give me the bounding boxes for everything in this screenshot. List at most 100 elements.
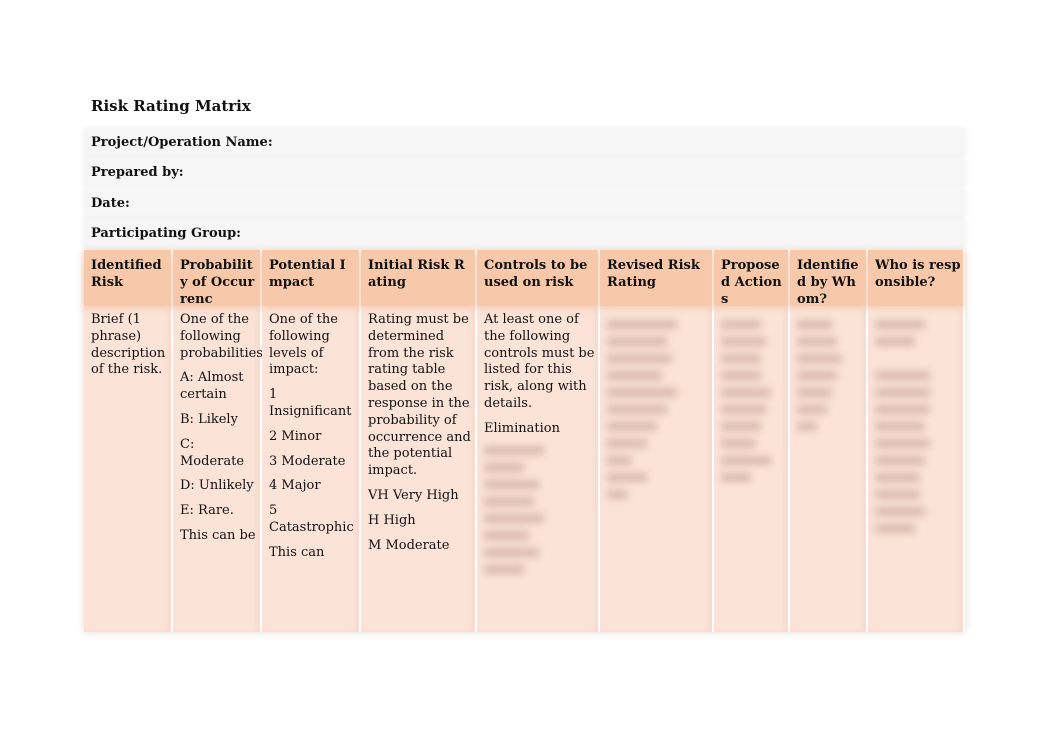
cell-text: E: Rare.: [180, 503, 234, 519]
obscured-text: [721, 422, 761, 431]
obscured-text: [875, 422, 925, 431]
obscured-text: [875, 439, 930, 448]
column-1: Probability of Occurrenc One of the follo…: [173, 250, 268, 632]
obscured-text: [607, 371, 662, 380]
header-text: Initial Risk Rating: [368, 258, 465, 290]
obscured-text: [484, 547, 539, 557]
obscured-text: [875, 524, 915, 533]
column-body: [721, 312, 786, 490]
obscured-text: [721, 320, 761, 329]
info-row-project: Project/Operation Name:: [84, 128, 965, 156]
cell-text: A: Almost certain: [180, 370, 244, 403]
cell-text: One of the following levels of impact:: [269, 312, 338, 378]
obscured-text: [484, 513, 544, 523]
cell-text: B: Likely: [180, 411, 238, 427]
header-text: Who is responsible?: [875, 258, 961, 290]
cell-text: C: Moderate: [180, 436, 245, 469]
cell-text: H High: [368, 512, 416, 528]
cell-text: Brief (1 phrase) description of the risk…: [91, 312, 166, 378]
column-body: Rating must be determined from the risk …: [368, 312, 473, 562]
obscured-text: [607, 337, 667, 346]
column-body: [797, 312, 864, 439]
obscured-text: [875, 405, 930, 414]
label: Prepared by:: [91, 165, 184, 180]
obscured-text: [607, 473, 647, 482]
cell-text: This can be: [180, 527, 256, 543]
obscured-text: [875, 490, 920, 499]
header-text: Controls to be used on risk: [484, 258, 588, 290]
obscured-text: [721, 473, 751, 482]
obscured-text: [797, 354, 842, 363]
risk-matrix-table: Identified Risk Brief (1 phrase) descript…: [84, 250, 965, 632]
column-header: Probability of Occurrenc: [173, 250, 260, 307]
obscured-text: [607, 354, 672, 363]
obscured-text: [484, 479, 539, 489]
column-6: Proposed Actions: [714, 250, 788, 632]
obscured-text: [721, 388, 771, 397]
header-text: Identified Risk: [91, 258, 162, 290]
cell-text: Elimination: [484, 420, 560, 436]
obscured-text: [797, 371, 837, 380]
obscured-text: [721, 337, 766, 346]
obscured-text: [875, 337, 915, 346]
header-text: Potential Impact: [269, 258, 346, 290]
obscured-text: [607, 456, 632, 465]
obscured-text: [875, 507, 925, 516]
header-text: Revised Risk Rating: [607, 258, 700, 290]
obscured-text: [607, 422, 657, 431]
cell-text: 2 Minor: [269, 428, 322, 444]
cell-text: 1 Insignificant: [269, 387, 352, 419]
column-header: Revised Risk Rating: [600, 250, 712, 306]
column-body: Brief (1 phrase) description of the risk…: [91, 312, 169, 387]
column-header: Initial Risk Rating: [361, 250, 475, 306]
column-4: Controls to be used on risk At least one …: [477, 250, 598, 632]
obscured-text: [484, 445, 544, 455]
label: Date:: [91, 196, 130, 211]
obscured-text: [875, 320, 925, 329]
obscured-text: [607, 439, 647, 448]
column-header: Proposed Actions: [714, 250, 788, 307]
column-body: One of the following levels of impact: 1 …: [269, 312, 357, 570]
column-header: Controls to be used on risk: [477, 250, 598, 306]
obscured-text: [797, 337, 837, 346]
header-text: Proposed Actions: [721, 258, 782, 307]
obscured-text: [607, 490, 627, 499]
cell-text: This can: [269, 544, 325, 560]
obscured-text: [797, 320, 832, 329]
obscured-text: [484, 564, 524, 574]
obscured-text: [875, 371, 930, 380]
column-body: [607, 312, 710, 507]
column-3: Initial Risk Rating Rating must be determ…: [361, 250, 475, 632]
obscured-text: [875, 473, 920, 482]
info-row-group: Participating Group:: [84, 219, 965, 247]
cell-text: Rating must be determined from the risk …: [368, 312, 471, 479]
column-body: At least one of the following controls m…: [484, 312, 596, 582]
info-row-date: Date:: [84, 189, 965, 217]
obscured-text: [721, 439, 756, 448]
label: Participating Group:: [91, 226, 241, 241]
column-0: Identified Risk Brief (1 phrase) descript…: [84, 250, 171, 632]
obscured-text: [721, 405, 766, 414]
obscured-text: [797, 405, 827, 414]
obscured-text: [607, 388, 677, 397]
column-header: Identified Risk: [84, 250, 171, 306]
cell-text: VH Very High: [368, 487, 459, 503]
cell-text: D: Unlikely: [180, 478, 254, 494]
cell-text: M Moderate: [368, 537, 450, 553]
column-header: Potential Impact: [262, 250, 359, 306]
header-text: Probability of Occurrenc: [180, 258, 255, 307]
obscured-text: [875, 388, 930, 397]
cell-text: 5 Catastrophic: [269, 503, 354, 535]
column-2: Potential Impact One of the following lev…: [262, 250, 359, 632]
label: Project/Operation Name:: [91, 135, 273, 150]
obscured-text: [484, 530, 529, 540]
obscured-text: [721, 371, 761, 380]
cell-text: One of the following probabilities:: [180, 312, 268, 361]
obscured-text: [797, 388, 832, 397]
obscured-text: [875, 456, 925, 465]
cell-text: 3 Moderate: [269, 453, 346, 469]
cell-text: At least one of the following controls m…: [484, 312, 595, 411]
column-5: Revised Risk Rating: [600, 250, 712, 632]
column-7: Identified by Whom?: [790, 250, 866, 632]
obscured-text: [797, 422, 817, 431]
